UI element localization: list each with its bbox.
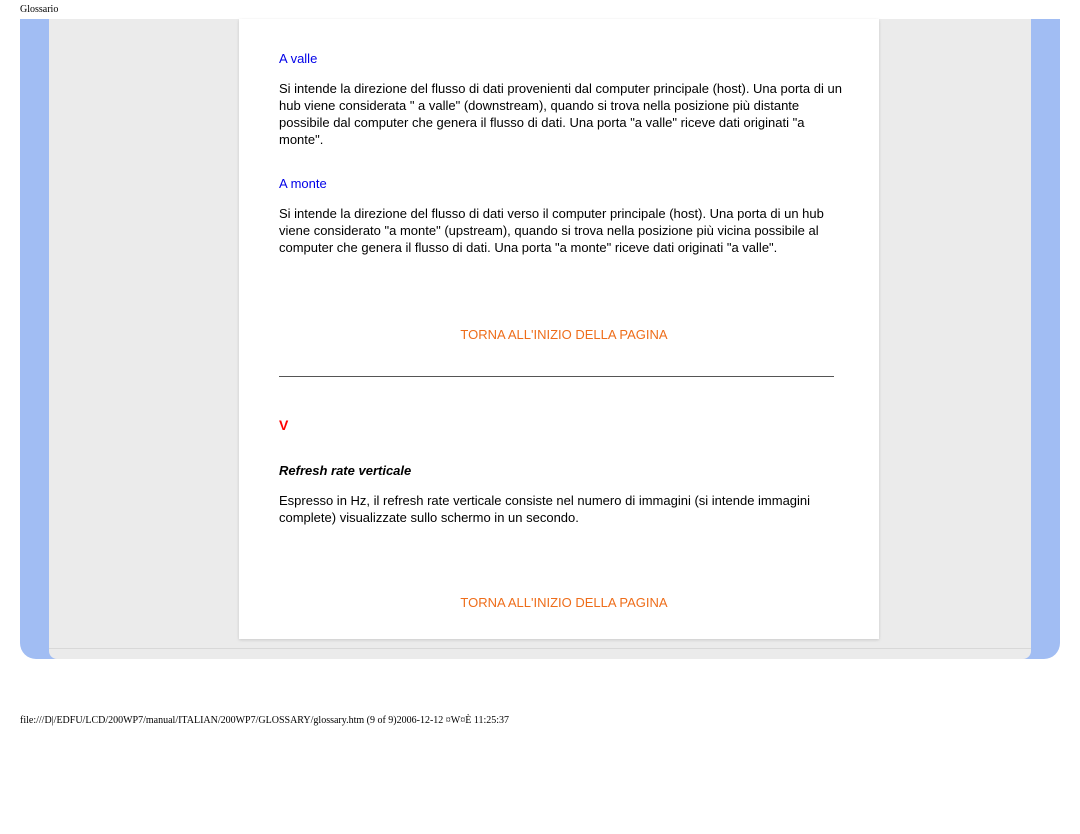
refresh-rate-body: Espresso in Hz, il refresh rate vertical…	[279, 492, 849, 526]
back-to-top-link[interactable]: TORNA ALL'INIZIO DELLA PAGINA	[460, 595, 667, 610]
back-to-top-wrap-2: TORNA ALL'INIZIO DELLA PAGINA	[279, 594, 849, 612]
inner-panel: A valle Si intende la direzione del flus…	[49, 19, 1031, 659]
section-letter-v: V	[279, 417, 849, 433]
content-card: A valle Si intende la direzione del flus…	[239, 19, 879, 639]
page-title: Glossario	[0, 0, 1080, 19]
content-inner: A valle Si intende la direzione del flus…	[239, 51, 879, 632]
term-a-valle-title: A valle	[279, 51, 849, 66]
footer-path: file:///D|/EDFU/LCD/200WP7/manual/ITALIA…	[0, 659, 1080, 726]
back-to-top-link[interactable]: TORNA ALL'INIZIO DELLA PAGINA	[460, 327, 667, 342]
panel-bottom-divider	[49, 648, 1031, 649]
term-a-monte-body: Si intende la direzione del flusso di da…	[279, 205, 849, 256]
outer-band: A valle Si intende la direzione del flus…	[20, 19, 1060, 659]
term-a-monte-title: A monte	[279, 176, 849, 191]
refresh-rate-subhead: Refresh rate verticale	[279, 463, 849, 478]
section-divider	[279, 376, 834, 377]
back-to-top-wrap-1: TORNA ALL'INIZIO DELLA PAGINA	[279, 326, 849, 344]
term-a-valle-body: Si intende la direzione del flusso di da…	[279, 80, 849, 148]
